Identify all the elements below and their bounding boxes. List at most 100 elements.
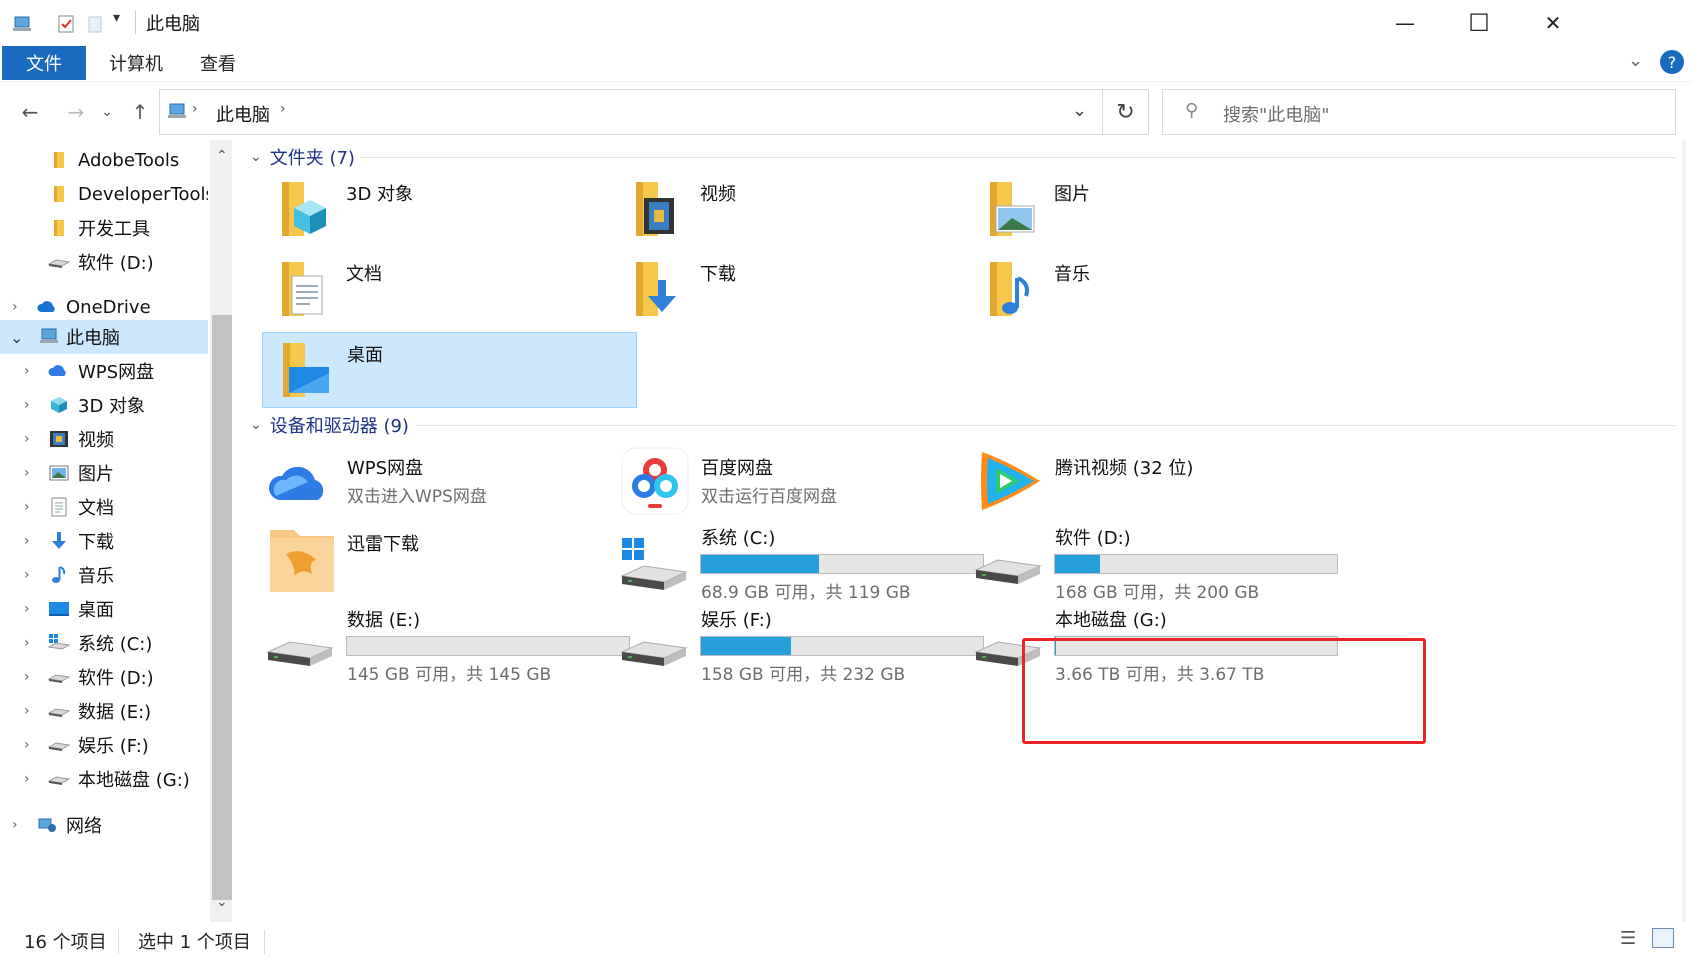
expand-chevron-icon[interactable]: › (24, 601, 30, 617)
status-divider (264, 930, 265, 954)
scroll-down-arrow-icon[interactable]: ⌄ (216, 894, 228, 910)
search-box[interactable]: ⚲ 搜索"此电脑" (1162, 89, 1676, 135)
breadcrumb-separator-icon[interactable]: › (280, 101, 286, 117)
folder-videos[interactable]: 视频 (616, 172, 991, 248)
breadcrumb-this-pc[interactable]: 此电脑 (216, 101, 270, 127)
address-history-chevron-icon[interactable]: ⌄ (1072, 100, 1087, 121)
expand-chevron-icon[interactable]: › (24, 703, 30, 719)
minimize-button[interactable]: — (1368, 0, 1442, 46)
refresh-icon: ↻ (1116, 99, 1135, 125)
sidebar-item-videos[interactable]: › 视频 (0, 422, 208, 456)
sidebar-item-developertools[interactable]: DeveloperTools (0, 177, 208, 211)
expand-chevron-icon[interactable]: › (24, 465, 30, 481)
sidebar-item-network[interactable]: › 网络 (0, 808, 208, 842)
large-icons-view-icon[interactable] (1652, 928, 1674, 948)
folder-music[interactable]: 音乐 (970, 252, 1345, 328)
group-header-devices[interactable]: ⌄ 设备和驱动器 (9) (250, 412, 409, 438)
drive-usage-bar (346, 636, 630, 656)
sidebar-item-downloads[interactable]: › 下载 (0, 524, 208, 558)
group-divider (360, 157, 1676, 158)
sidebar-item-software-d-drive[interactable]: › 软件 (D:) (0, 660, 208, 694)
sidebar-item-dev-tools[interactable]: 开发工具 (0, 211, 208, 245)
expand-chevron-icon[interactable]: › (24, 533, 30, 549)
sidebar-item-this-pc[interactable]: ⌄ 此电脑 (0, 320, 208, 354)
computer-icon (168, 103, 186, 118)
sidebar-item-desktop[interactable]: › 桌面 (0, 592, 208, 626)
app-tencent-video[interactable]: 腾讯视频 (32 位) (970, 444, 1345, 520)
expand-chevron-icon[interactable]: › (24, 771, 30, 787)
maximize-button[interactable]: ☐ (1442, 0, 1516, 46)
cube-icon (51, 397, 67, 413)
expand-chevron-icon[interactable]: › (24, 363, 30, 379)
expand-chevron-icon[interactable]: › (24, 669, 30, 685)
search-input[interactable]: 搜索"此电脑" (1223, 101, 1330, 127)
folder-pictures[interactable]: 图片 (970, 172, 1345, 248)
expand-chevron-icon[interactable]: › (24, 499, 30, 515)
app-xunlei[interactable]: 迅雷下载 (262, 520, 637, 596)
system-drive-icon (48, 634, 70, 650)
search-icon: ⚲ (1185, 100, 1199, 121)
computer-icon[interactable] (12, 14, 32, 34)
expand-chevron-icon[interactable]: › (24, 567, 30, 583)
up-arrow-icon[interactable]: ↑ (124, 96, 156, 128)
sidebar-item-local-disk-g[interactable]: › 本地磁盘 (G:) (0, 762, 208, 796)
expand-chevron-icon[interactable]: › (24, 431, 30, 447)
scroll-up-arrow-icon[interactable]: ⌃ (216, 148, 228, 164)
highlight-box (1022, 638, 1426, 744)
sidebar-item-onedrive[interactable]: › OneDrive (0, 290, 208, 324)
desktop-folder-icon (283, 343, 329, 397)
drive-usage-bar (700, 636, 984, 656)
tab-file[interactable]: 文件 (2, 46, 86, 80)
collapse-chevron-icon[interactable]: ⌄ (250, 149, 262, 165)
group-header-folders[interactable]: ⌄ 文件夹 (7) (250, 144, 355, 170)
expand-chevron-icon[interactable]: › (12, 299, 18, 315)
properties-icon[interactable] (56, 14, 76, 34)
new-folder-icon[interactable] (86, 14, 106, 34)
sidebar-item-wps-cloud[interactable]: › WPS网盘 (0, 354, 208, 388)
breadcrumb-separator-icon[interactable]: › (192, 101, 198, 117)
close-button[interactable]: ✕ (1516, 0, 1590, 46)
folder-3d-objects[interactable]: 3D 对象 (262, 172, 637, 248)
expand-chevron-icon[interactable]: › (24, 397, 30, 413)
details-view-icon[interactable]: ☰ (1620, 928, 1636, 949)
expand-chevron-icon[interactable]: › (12, 817, 18, 833)
tab-view[interactable]: 查看 (184, 46, 252, 80)
drive-entertainment-f[interactable]: 娱乐 (F:) 158 GB 可用，共 232 GB (616, 602, 991, 685)
sidebar-item-system-c[interactable]: › 系统 (C:) (0, 626, 208, 660)
sidebar-item-adobetools[interactable]: AdobeTools (0, 143, 208, 177)
sidebar-item-music[interactable]: › 音乐 (0, 558, 208, 592)
network-icon (38, 818, 56, 832)
sidebar-scrollbar-thumb[interactable] (212, 315, 232, 900)
app-baidu-netdisk[interactable]: 百度网盘 双击运行百度网盘 (616, 444, 991, 520)
back-arrow-icon[interactable]: ← (14, 96, 46, 128)
expand-ribbon-chevron-icon[interactable]: ⌄ (1628, 50, 1643, 71)
sidebar-item-data-e[interactable]: › 数据 (E:) (0, 694, 208, 728)
download-icon (52, 532, 66, 549)
sidebar-item-entertainment-f[interactable]: › 娱乐 (F:) (0, 728, 208, 762)
refresh-button[interactable]: ↻ (1103, 89, 1149, 135)
expand-chevron-icon[interactable]: › (24, 737, 30, 753)
tab-computer[interactable]: 计算机 (92, 46, 180, 80)
expand-chevron-icon[interactable]: › (24, 635, 30, 651)
wps-cloud-icon (48, 365, 66, 376)
drive-data-e[interactable]: 数据 (E:) 145 GB 可用，共 145 GB (262, 602, 637, 685)
forward-arrow-icon[interactable]: → (60, 96, 92, 128)
sidebar-item-3d-objects[interactable]: › 3D 对象 (0, 388, 208, 422)
collapse-chevron-icon[interactable]: ⌄ (250, 417, 262, 433)
content-scrollbar[interactable] (1682, 140, 1686, 922)
address-bar[interactable]: › 此电脑 › ⌄ (159, 89, 1103, 135)
collapse-chevron-icon[interactable]: ⌄ (10, 328, 23, 347)
sidebar-item-software-d[interactable]: 软件 (D:) (0, 245, 208, 279)
app-wps-cloud[interactable]: WPS网盘 双击进入WPS网盘 (262, 444, 637, 520)
drive-usage-fill (701, 555, 820, 573)
drive-system-c[interactable]: 系统 (C:) 68.9 GB 可用，共 119 GB (616, 520, 991, 603)
folder-desktop[interactable]: 桌面 (262, 332, 637, 408)
sidebar-item-documents[interactable]: › 文档 (0, 490, 208, 524)
help-icon[interactable]: ? (1660, 50, 1684, 74)
drive-software-d[interactable]: 软件 (D:) 168 GB 可用，共 200 GB (970, 520, 1345, 603)
customize-qat-chevron-icon[interactable]: ▾ (113, 10, 120, 26)
folder-downloads[interactable]: 下载 (616, 252, 991, 328)
recent-locations-chevron-icon[interactable]: ⌄ (98, 96, 116, 128)
folder-documents[interactable]: 文档 (262, 252, 637, 328)
sidebar-item-pictures[interactable]: › 图片 (0, 456, 208, 490)
